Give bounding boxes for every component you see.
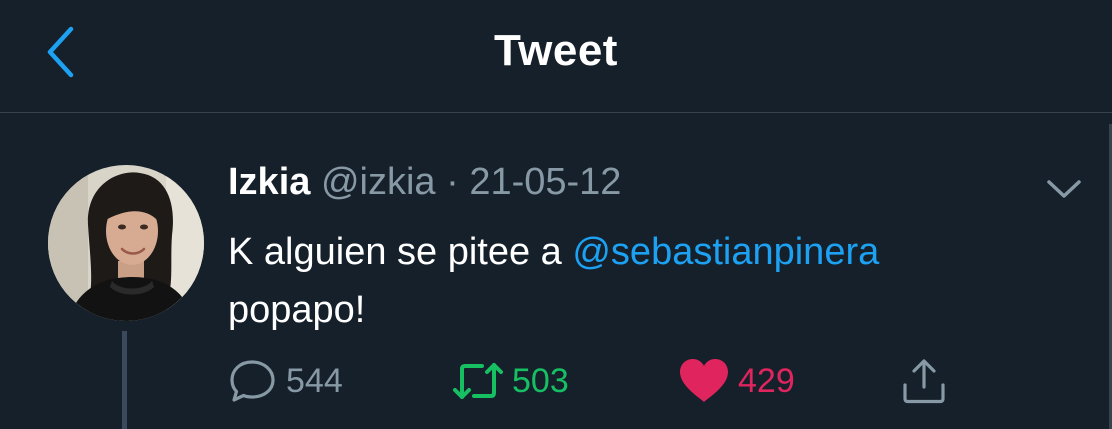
like-count: 429: [738, 361, 795, 400]
tweet-header: Izkia @izkia · 21-05-12: [228, 161, 621, 204]
thread-line: [122, 331, 127, 429]
more-options-button[interactable]: [1042, 171, 1086, 207]
retweet-button[interactable]: 503: [452, 353, 569, 409]
reply-count: 544: [286, 361, 343, 400]
like-button[interactable]: 429: [678, 353, 795, 409]
chevron-down-icon: [1047, 180, 1081, 198]
avatar-image: [48, 165, 204, 321]
avatar[interactable]: [48, 165, 204, 321]
tweet-text-end: popapo!: [228, 289, 366, 331]
separator-dot: ·: [446, 161, 459, 203]
tweet-text: K alguien se pitee a @sebastianpinera pop…: [228, 223, 1068, 339]
tweet-date[interactable]: 21-05-12: [469, 161, 621, 203]
mention-link[interactable]: @sebastianpinera: [572, 231, 879, 273]
tweet[interactable]: Izkia @izkia · 21-05-12 K alguien se pit…: [0, 113, 1112, 429]
display-name[interactable]: Izkia: [228, 161, 310, 203]
share-button[interactable]: [900, 353, 956, 409]
page-title: Tweet: [494, 26, 618, 75]
retweet-icon: [452, 359, 504, 403]
reply-button[interactable]: 544: [228, 353, 343, 409]
top-bar: Tweet: [0, 0, 1112, 112]
reply-icon: [228, 358, 278, 404]
tweet-detail-screen: Tweet Izkia @izkia · 21-05-12 K alguien …: [0, 0, 1112, 429]
user-handle[interactable]: @izkia: [321, 161, 436, 203]
retweet-count: 503: [512, 361, 569, 400]
share-icon: [900, 357, 948, 405]
heart-icon: [678, 358, 730, 404]
tweet-actions: 544 503 429: [228, 353, 1028, 409]
tweet-text-start: K alguien se pitee a: [228, 231, 573, 273]
